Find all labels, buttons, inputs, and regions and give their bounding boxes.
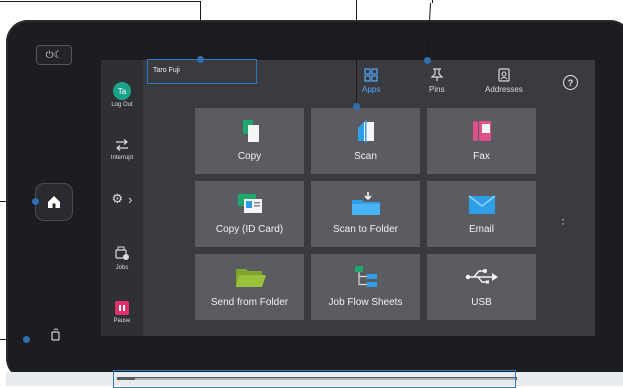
- tile-fax[interactable]: Fax: [427, 108, 536, 174]
- callout-dot: [424, 57, 431, 64]
- pause-icon: [115, 301, 129, 315]
- tile-job-flow-sheets[interactable]: Job Flow Sheets: [311, 254, 420, 320]
- tab-pins-label: Pins: [429, 85, 445, 94]
- callout-line: [0, 201, 32, 202]
- tile-copy-label: Copy: [237, 151, 262, 162]
- callout-line: [0, 1, 201, 2]
- logout-button[interactable]: Ta Log Out: [101, 82, 143, 108]
- scan-icon: [357, 120, 374, 143]
- id-card-copy-icon: [237, 194, 262, 213]
- scan-to-folder-icon: [351, 192, 380, 215]
- tile-scan-label: Scan: [354, 151, 377, 162]
- power-button[interactable]: ⏻☾: [36, 45, 72, 65]
- tab-pins[interactable]: Pins: [429, 68, 445, 94]
- jobs-label: Jobs: [115, 265, 129, 271]
- fax-icon: [472, 121, 491, 141]
- logout-label: Log Out: [111, 102, 133, 108]
- gear-icon: ⚙: [111, 191, 124, 206]
- send-from-folder-icon: [235, 269, 266, 287]
- pin-icon: [430, 68, 444, 81]
- tile-email-label: Email: [468, 224, 494, 235]
- interrupt-label: Interrupt: [110, 155, 134, 161]
- tile-email[interactable]: Email: [427, 181, 536, 247]
- tile-fax-label: Fax: [473, 151, 490, 162]
- tab-apps[interactable]: Apps: [362, 68, 380, 94]
- tab-addresses-label: Addresses: [485, 85, 523, 94]
- power-icon: ⏻☾: [45, 49, 63, 61]
- tile-copy-id-card[interactable]: Copy (ID Card): [195, 181, 304, 247]
- tab-addresses[interactable]: Addresses: [485, 68, 523, 94]
- callout-line: [200, 1, 201, 60]
- jobs-button[interactable]: Jobs: [101, 246, 143, 271]
- tile-send-from-folder-label: Send from Folder: [210, 297, 289, 308]
- apps-grid-icon: [364, 68, 378, 82]
- interrupt-icon: [116, 139, 128, 151]
- tile-copy-id-card-label: Copy (ID Card): [215, 224, 284, 235]
- callout-line: [432, 0, 433, 3]
- chevron-right-icon: ›: [128, 191, 133, 207]
- avatar: Ta: [113, 82, 131, 100]
- callout-box-user: [147, 59, 257, 84]
- copy-icon: [242, 120, 259, 142]
- help-button[interactable]: ?: [563, 75, 578, 90]
- usb-icon: [465, 269, 498, 284]
- callout-dot: [23, 336, 30, 343]
- settings-button[interactable]: ⚙ ›: [101, 191, 143, 207]
- tile-copy[interactable]: Copy: [195, 108, 304, 174]
- callout-line: [0, 339, 25, 340]
- interrupt-button[interactable]: Interrupt: [101, 139, 143, 161]
- tile-scan-to-folder[interactable]: Scan to Folder: [311, 181, 420, 247]
- pause-button[interactable]: Pause: [101, 301, 143, 324]
- address-book-icon: [498, 68, 510, 82]
- tile-send-from-folder[interactable]: Send from Folder: [195, 254, 304, 320]
- nfc-reader-icon: [48, 327, 64, 343]
- callout-dot: [197, 56, 204, 63]
- tab-apps-label: Apps: [362, 85, 381, 94]
- tile-usb-label: USB: [471, 297, 492, 308]
- tile-usb[interactable]: USB: [427, 254, 536, 320]
- more-options-icon[interactable]: · ·: [561, 213, 565, 229]
- job-flow-icon: [354, 266, 377, 287]
- tile-job-flow-sheets-label: Job Flow Sheets: [328, 297, 403, 308]
- callout-dot: [353, 103, 360, 110]
- callout-line: [356, 0, 357, 106]
- home-button[interactable]: [35, 183, 73, 221]
- pause-label: Pause: [113, 318, 131, 324]
- jobs-printer-icon: [115, 246, 129, 260]
- email-icon: [468, 195, 495, 214]
- callout-dot: [32, 198, 39, 205]
- callout-box-slider: [113, 370, 516, 388]
- tile-scan-to-folder-label: Scan to Folder: [332, 224, 399, 235]
- tile-scan[interactable]: Scan: [311, 108, 420, 174]
- home-icon: [48, 196, 60, 208]
